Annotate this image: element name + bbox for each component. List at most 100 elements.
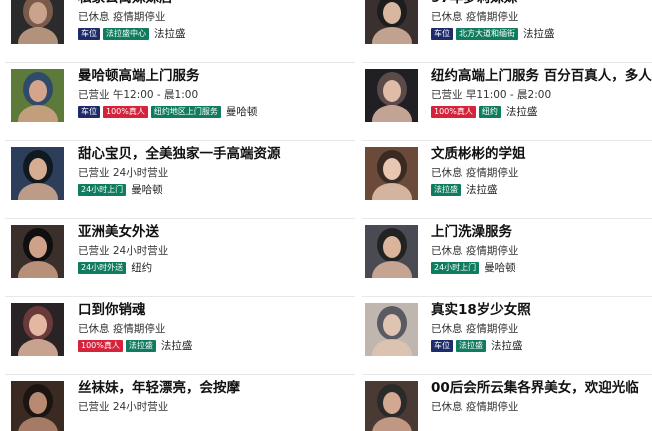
listing-thumbnail[interactable] — [365, 225, 418, 278]
listing-city: 法拉盛 — [154, 28, 186, 40]
listing-tag: 车位 — [78, 106, 100, 118]
listing-city: 纽约 — [131, 262, 153, 274]
row-divider — [5, 296, 355, 297]
listing-thumbnail[interactable] — [11, 381, 64, 431]
listing-title[interactable]: 甜心宝贝，全美独家一手高端资源 — [78, 145, 281, 163]
row-divider — [362, 140, 652, 141]
listing-status: 已休息 疫情期停业 — [431, 401, 519, 413]
listing-tag: 车位 — [78, 28, 100, 40]
listing-info: 00后会所云集各界美女，欢迎光临已休息 疫情期停业 — [431, 376, 652, 431]
listing-card[interactable]: 甜心宝贝，全美独家一手高端资源已营业 24小时营业 24小时上门 曼哈顿 — [0, 142, 357, 204]
listing-tag: 车位 — [431, 340, 453, 352]
row-divider — [5, 374, 355, 375]
listing-city: 曼哈顿 — [484, 262, 516, 274]
listing-card[interactable]: 00后会所云集各界美女，欢迎光临已休息 疫情期停业 — [357, 376, 652, 431]
row-divider — [362, 62, 652, 63]
listing-tag: 100%真人 — [78, 340, 123, 352]
listing-status: 已休息 疫情期停业 — [431, 11, 519, 23]
listing-tags: 100%真人 法拉盛 法拉盛 — [78, 340, 192, 352]
listing-tag: 法拉盛 — [125, 340, 156, 352]
listing-tags: 车位 100%真人 纽约地区上门服务 曼哈顿 — [78, 106, 257, 118]
listing-tag: 车位 — [431, 28, 453, 40]
listing-status: 已营业 早11:00 - 晨2:00 — [431, 89, 552, 101]
listing-city: 曼哈顿 — [131, 184, 163, 196]
listing-thumbnail[interactable] — [11, 225, 64, 278]
listing-tag: 法拉盛 — [456, 340, 486, 352]
listing-title[interactable]: 口到你销魂 — [78, 301, 146, 319]
listing-card[interactable]: 曼哈顿高端上门服务 已营业 午12:00 - 晨1:00 车位 100%真人 纽约地区上… — [0, 64, 357, 126]
listing-tags: 24小时外送 纽约 — [78, 262, 152, 274]
listing-info: 亚洲美女外送已营业 24小时营业 24小时外送 纽约 — [78, 220, 357, 282]
listing-status: 已休息 疫情期停业 — [431, 167, 519, 179]
listing-status: 已营业 24小时营业 — [78, 167, 169, 179]
listing-card[interactable]: 纽约高端上门服务 百分百真人，多人可选已营业 早11:00 - 晨2:00 100… — [357, 64, 652, 126]
listing-tags: 法拉盛 法拉盛 — [431, 184, 498, 196]
listing-info: 纽约高端上门服务 百分百真人，多人可选已营业 早11:00 - 晨2:00 100… — [431, 64, 652, 126]
listing-title[interactable]: 私家公寓妹妹店 — [78, 0, 173, 7]
listing-card[interactable]: 亚洲美女外送已营业 24小时营业 24小时外送 纽约 — [0, 220, 357, 282]
listing-thumbnail[interactable] — [11, 69, 64, 122]
listing-tags: 100%真人 纽约 法拉盛 — [431, 106, 537, 118]
listing-tags: 24小时上门 曼哈顿 — [78, 184, 163, 196]
listing-tag: 24小时上门 — [78, 184, 127, 196]
row-divider — [5, 218, 355, 219]
listing-thumbnail[interactable] — [365, 0, 418, 44]
listing-card[interactable]: 口到你销魂 已休息 疫情期停业 100%真人 法拉盛 法拉盛 — [0, 298, 357, 360]
listing-status: 已休息 疫情期停业 — [431, 245, 519, 257]
listing-tag: 24小时上门 — [431, 262, 480, 274]
listing-title[interactable]: 真实18岁少女照 — [431, 301, 531, 319]
row-divider — [362, 374, 652, 375]
listing-thumbnail[interactable] — [365, 381, 418, 431]
listing-card[interactable]: 私家公寓妹妹店已休息 疫情期停业车位法拉盛中心法拉盛 — [0, 0, 357, 48]
row-divider — [362, 218, 652, 219]
row-divider — [362, 296, 652, 297]
listing-tag: 纽约 — [478, 106, 501, 118]
listing-tag: 纽约地区上门服务 — [150, 106, 221, 118]
listing-title[interactable]: 上门洗澡服务 — [431, 223, 512, 241]
listing-tags: 24小时上门 曼哈顿 — [431, 262, 516, 274]
listing-tags: 车位 北方大道和缅街 法拉盛 — [431, 28, 555, 40]
listing-title[interactable]: 亚洲美女外送 — [78, 223, 159, 241]
listing-card[interactable]: 丝袜妹，年轻漂亮，会按摩 已营业 24小时营业 — [0, 376, 357, 431]
listing-title[interactable]: 曼哈顿高端上门服务 — [78, 67, 200, 85]
listing-thumbnail[interactable] — [365, 147, 418, 200]
listing-card[interactable]: 上门洗澡服务已休息 疫情期停业 24小时上门 曼哈顿 — [357, 220, 652, 282]
listing-city: 法拉盛 — [466, 184, 498, 196]
listing-grid: 私家公寓妹妹店已休息 疫情期停业车位法拉盛中心法拉盛97年萝莉妹妹已休息 疫情期… — [0, 0, 652, 431]
listing-card[interactable]: 97年萝莉妹妹已休息 疫情期停业车位北方大道和缅街法拉盛 — [357, 0, 652, 48]
listing-info: 私家公寓妹妹店已休息 疫情期停业车位法拉盛中心法拉盛 — [78, 0, 357, 48]
listing-info: 97年萝莉妹妹已休息 疫情期停业车位北方大道和缅街法拉盛 — [431, 0, 652, 48]
listing-info: 真实18岁少女照 已休息 疫情期停业 车位 法拉盛 法拉盛 — [431, 298, 652, 360]
listing-city: 法拉盛 — [160, 340, 193, 352]
listing-tags: 车位 法拉盛 法拉盛 — [431, 340, 523, 352]
listing-city: 法拉盛 — [505, 106, 538, 118]
listing-info: 上门洗澡服务已休息 疫情期停业 24小时上门 曼哈顿 — [431, 220, 652, 282]
row-divider — [5, 62, 355, 63]
listing-info: 丝袜妹，年轻漂亮，会按摩 已营业 24小时营业 — [78, 376, 357, 431]
listing-title[interactable]: 00后会所云集各界美女，欢迎光临 — [431, 379, 639, 397]
listing-info: 甜心宝贝，全美独家一手高端资源已营业 24小时营业 24小时上门 曼哈顿 — [78, 142, 357, 204]
listing-tag: 100%真人 — [431, 106, 476, 118]
listing-card[interactable]: 真实18岁少女照 已休息 疫情期停业 车位 法拉盛 法拉盛 — [357, 298, 652, 360]
listing-card[interactable]: 文质彬彬的学姐 已休息 疫情期停业 法拉盛 法拉盛 — [357, 142, 652, 204]
listing-info: 文质彬彬的学姐 已休息 疫情期停业 法拉盛 法拉盛 — [431, 142, 652, 204]
listing-tag: 法拉盛 — [431, 184, 461, 196]
listing-status: 已营业 24小时营业 — [78, 245, 169, 257]
listing-tag: 法拉盛中心 — [103, 28, 149, 40]
listing-thumbnail[interactable] — [365, 69, 418, 122]
listing-city: 法拉盛 — [491, 340, 523, 352]
row-divider — [5, 140, 355, 141]
listing-status: 已休息 疫情期停业 — [78, 11, 166, 23]
listing-title[interactable]: 97年萝莉妹妹 — [431, 0, 517, 7]
listing-thumbnail[interactable] — [11, 147, 64, 200]
listing-status: 已休息 疫情期停业 — [431, 323, 519, 335]
listing-title[interactable]: 文质彬彬的学姐 — [431, 145, 526, 163]
listing-info: 口到你销魂 已休息 疫情期停业 100%真人 法拉盛 法拉盛 — [78, 298, 357, 360]
listing-thumbnail[interactable] — [365, 303, 418, 356]
listing-tag: 北方大道和缅街 — [456, 28, 518, 40]
listing-thumbnail[interactable] — [11, 0, 64, 44]
listing-thumbnail[interactable] — [11, 303, 64, 356]
listing-tag: 24小时外送 — [78, 262, 127, 274]
listing-title[interactable]: 丝袜妹，年轻漂亮，会按摩 — [78, 379, 240, 397]
listing-title[interactable]: 纽约高端上门服务 百分百真人，多人可选 — [431, 67, 652, 85]
